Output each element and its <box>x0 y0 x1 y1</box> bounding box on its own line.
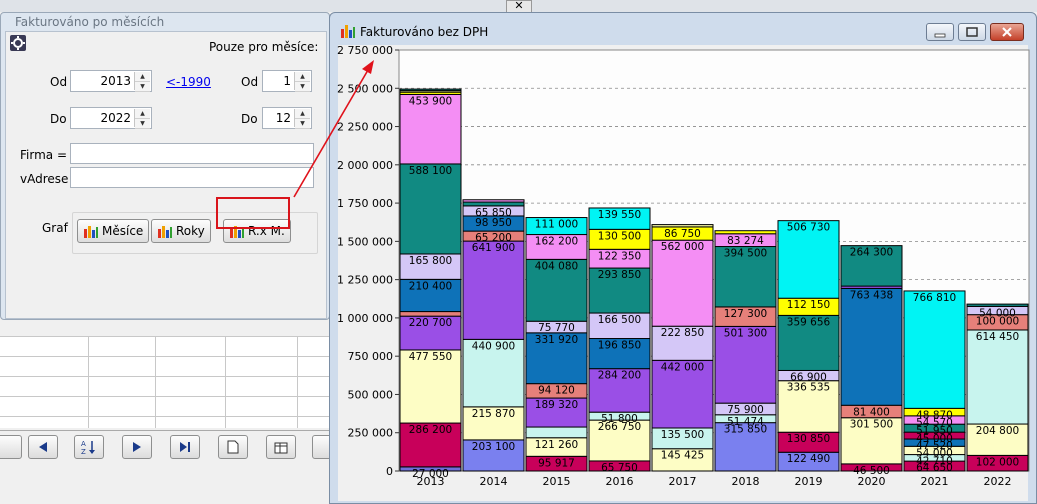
annotation-arrow <box>293 60 374 198</box>
